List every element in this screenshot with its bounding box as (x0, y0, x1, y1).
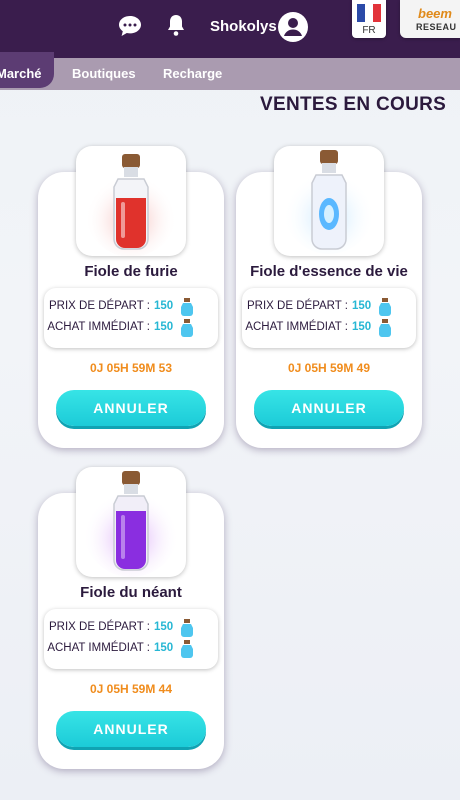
buy-now-value: 150 (352, 321, 372, 333)
language-label: FR (362, 25, 376, 36)
start-price-label: PRIX DE DÉPART : (49, 300, 150, 312)
gem-potion-icon (379, 319, 391, 337)
cancel-button[interactable]: ANNULER (254, 390, 404, 426)
buy-now-value: 150 (154, 321, 174, 333)
time-remaining: 0J 05H 59M 44 (89, 682, 173, 696)
item-thumbnail (76, 467, 186, 577)
buy-now-row: ACHAT IMMÉDIAT : 150 (44, 639, 218, 659)
item-name: Fiole du néant (80, 584, 182, 601)
start-price-row: PRIX DE DÉPART : 150 (44, 618, 218, 638)
buy-now-label: ACHAT IMMÉDIAT : (47, 642, 150, 654)
flag-fr-icon (357, 4, 381, 22)
buy-now-row: ACHAT IMMÉDIAT : 150 (44, 318, 218, 338)
sale-card: Fiole du néant PRIX DE DÉPART : 150 ACHA… (38, 467, 224, 769)
item-name: Fiole de furie (84, 263, 178, 280)
time-remaining: 0J 05H 59M 53 (89, 361, 173, 375)
potion-purple-icon (83, 471, 179, 577)
buy-now-value: 150 (154, 642, 174, 654)
partner-logo-bottom: RESEAU (416, 22, 457, 32)
start-price-label: PRIX DE DÉPART : (49, 621, 150, 633)
item-thumbnail (76, 146, 186, 256)
start-price-value: 150 (352, 300, 372, 312)
start-price-row: PRIX DE DÉPART : 150 (242, 297, 416, 317)
avatar[interactable] (278, 12, 308, 42)
item-thumbnail (274, 146, 384, 256)
start-price-label: PRIX DE DÉPART : (247, 300, 348, 312)
gem-potion-icon (181, 619, 193, 637)
bell-icon[interactable] (166, 13, 186, 37)
price-box: PRIX DE DÉPART : 150 ACHAT IMMÉDIAT : 15… (242, 288, 416, 348)
gem-potion-icon (181, 319, 193, 337)
gem-potion-icon (181, 640, 193, 658)
top-bar: Shokolys FR beem RESEAU (0, 0, 460, 58)
sale-card: Fiole d'essence de vie PRIX DE DÉPART : … (236, 146, 422, 448)
item-name: Fiole d'essence de vie (250, 263, 408, 280)
language-selector[interactable]: FR (352, 0, 386, 38)
partner-logo[interactable]: beem RESEAU (400, 0, 460, 38)
tab-marche[interactable]: Marché (0, 66, 42, 81)
section-title: VENTES EN COURS (260, 94, 447, 115)
tab-recharge[interactable]: Recharge (163, 66, 222, 81)
gem-potion-icon (379, 298, 391, 316)
potion-red-icon (85, 154, 177, 256)
tab-boutiques[interactable]: Boutiques (72, 66, 136, 81)
start-price-value: 150 (154, 621, 174, 633)
potion-blue-icon (283, 150, 375, 254)
price-box: PRIX DE DÉPART : 150 ACHAT IMMÉDIAT : 15… (44, 288, 218, 348)
buy-now-label: ACHAT IMMÉDIAT : (245, 321, 348, 333)
buy-now-label: ACHAT IMMÉDIAT : (47, 321, 150, 333)
buy-now-row: ACHAT IMMÉDIAT : 150 (242, 318, 416, 338)
username[interactable]: Shokolys (210, 18, 277, 35)
price-box: PRIX DE DÉPART : 150 ACHAT IMMÉDIAT : 15… (44, 609, 218, 669)
gem-potion-icon (181, 298, 193, 316)
chat-icon[interactable] (118, 15, 142, 37)
start-price-value: 150 (154, 300, 174, 312)
sale-card: Fiole de furie PRIX DE DÉPART : 150 ACHA… (38, 146, 224, 448)
cancel-button[interactable]: ANNULER (56, 390, 206, 426)
cancel-button[interactable]: ANNULER (56, 711, 206, 747)
start-price-row: PRIX DE DÉPART : 150 (44, 297, 218, 317)
partner-logo-top: beem (418, 6, 452, 21)
time-remaining: 0J 05H 59M 49 (287, 361, 371, 375)
avatar-icon (284, 18, 302, 36)
nav-bar: Marché Boutiques Recharge (0, 52, 460, 90)
